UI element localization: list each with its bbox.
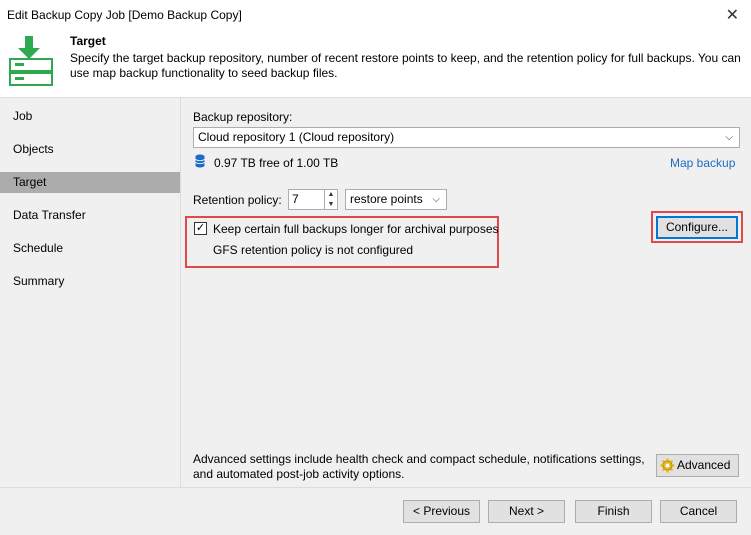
advanced-button-label: Advanced	[677, 458, 731, 472]
retention-unit-value: restore points	[350, 192, 423, 206]
storage-info: 0.97 TB free of 1.00 TB	[214, 156, 339, 170]
map-backup-link[interactable]: Map backup	[670, 156, 735, 170]
retention-value: 7	[292, 192, 299, 206]
chevron-down-icon: ⌵	[432, 194, 440, 205]
wizard-header: Target Specify the target backup reposit…	[0, 30, 751, 92]
finish-button[interactable]: Finish	[575, 500, 652, 523]
stepper-buttons: ▲ ▼	[324, 190, 337, 209]
page-description: Specify the target backup repository, nu…	[70, 51, 741, 80]
repository-select[interactable]: Cloud repository 1 (Cloud repository) ⌵	[193, 127, 740, 148]
gfs-checkbox-label: Keep certain full backups longer for arc…	[213, 222, 499, 236]
database-icon	[195, 154, 205, 168]
gfs-checkbox[interactable]: ✓	[194, 222, 207, 235]
advanced-settings-description: Advanced settings include health check a…	[193, 452, 645, 481]
chevron-down-icon: ⌵	[725, 132, 733, 143]
stepper-up-icon[interactable]: ▲	[325, 190, 337, 200]
sidebar-item-job[interactable]: Job	[0, 106, 180, 127]
backup-target-icon	[6, 35, 58, 87]
advanced-button[interactable]: Advanced	[656, 454, 739, 477]
page-title: Target	[70, 34, 106, 48]
window-title: Edit Backup Copy Job [Demo Backup Copy]	[7, 8, 242, 22]
retention-label: Retention policy:	[193, 193, 282, 207]
repository-label: Backup repository:	[193, 110, 293, 124]
sidebar-item-schedule[interactable]: Schedule	[0, 238, 180, 259]
retention-stepper[interactable]: 7 ▲ ▼	[288, 189, 338, 210]
gfs-status-text: GFS retention policy is not configured	[213, 243, 414, 257]
title-bar: Edit Backup Copy Job [Demo Backup Copy] …	[0, 0, 751, 30]
retention-unit-select[interactable]: restore points ⌵	[345, 189, 447, 210]
wizard-footer: < Previous Next > Finish Cancel	[0, 487, 751, 535]
sidebar-item-objects[interactable]: Objects	[0, 139, 180, 160]
repository-select-value: Cloud repository 1 (Cloud repository)	[198, 130, 395, 144]
cancel-button[interactable]: Cancel	[660, 500, 737, 523]
close-icon[interactable]: ✕	[726, 5, 739, 25]
main-panel: Backup repository: Cloud repository 1 (C…	[180, 97, 751, 487]
wizard-steps-sidebar: Job Objects Target Data Transfer Schedul…	[0, 97, 180, 487]
configure-button[interactable]: Configure...	[656, 216, 738, 239]
gear-icon	[660, 458, 675, 473]
previous-button[interactable]: < Previous	[403, 500, 480, 523]
sidebar-item-summary[interactable]: Summary	[0, 271, 180, 292]
sidebar-item-target[interactable]: Target	[0, 172, 180, 193]
next-button[interactable]: Next >	[488, 500, 565, 523]
stepper-down-icon[interactable]: ▼	[325, 200, 337, 210]
sidebar-item-data-transfer[interactable]: Data Transfer	[0, 205, 180, 226]
